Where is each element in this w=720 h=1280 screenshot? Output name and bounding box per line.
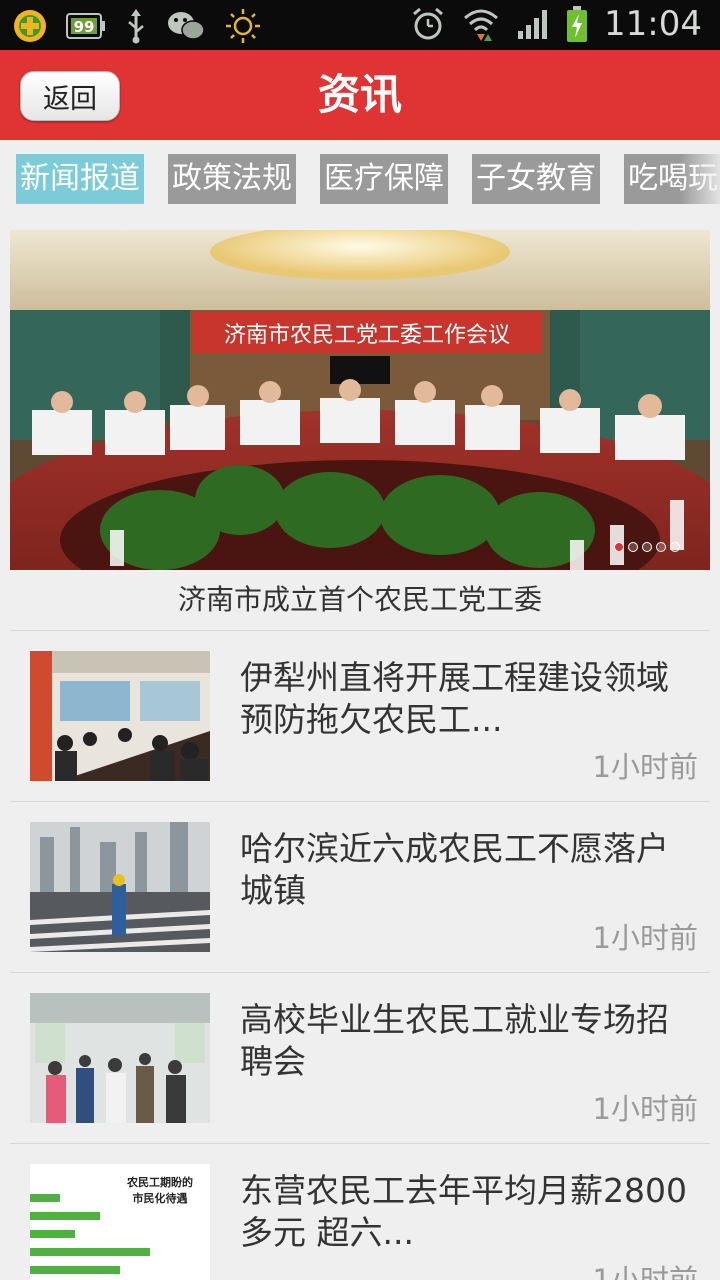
carousel-dot[interactable] (656, 542, 666, 552)
news-thumbnail (30, 651, 210, 781)
app-icon (12, 8, 48, 44)
category-tabs[interactable]: 新闻报道 政策法规 医疗保障 子女教育 吃喝玩乐 (0, 140, 720, 222)
tab-policy[interactable]: 政策法规 (168, 154, 296, 204)
usb-icon (124, 8, 148, 44)
news-time: 1小时前 (592, 1263, 698, 1280)
banner-carousel[interactable]: 济南市农民工党工委工作会议 (10, 230, 710, 570)
status-bar: 99 11:04 (0, 0, 720, 50)
news-title[interactable]: 哈尔滨近六成农民工不愿落户城镇 (240, 828, 690, 912)
carousel-indicator[interactable] (614, 542, 680, 552)
news-thumbnail (30, 993, 210, 1123)
carousel-dot[interactable] (642, 542, 652, 552)
news-list-item[interactable]: 农民工期盼的 市民化待遇 东营农民工去年平均月薪2800多元 超六... 1小时… (10, 1144, 710, 1280)
thumb-caption-line2: 市民化待遇 (133, 1191, 188, 1205)
carousel-dot[interactable] (628, 542, 638, 552)
tabs-fade (680, 140, 720, 222)
news-time: 1小时前 (592, 750, 698, 784)
wechat-icon (166, 9, 206, 43)
news-list-item[interactable]: 伊犁州直将开展工程建设领域预防拖欠农民工... 1小时前 (10, 631, 710, 801)
news-list-item[interactable]: 高校毕业生农民工就业专场招聘会 1小时前 (10, 973, 710, 1143)
title-bar: 返回 资讯 (0, 50, 720, 140)
badge-99-icon: 99 (66, 12, 106, 40)
back-button[interactable]: 返回 (20, 71, 120, 121)
thumb-caption-line1: 农民工期盼的 (126, 1175, 193, 1189)
news-list-item[interactable]: 哈尔滨近六成农民工不愿落户城镇 1小时前 (10, 802, 710, 972)
carousel-dot[interactable] (670, 542, 680, 552)
battery-charging-icon (566, 5, 588, 43)
signal-icon (516, 7, 550, 41)
wifi-icon (462, 5, 500, 43)
banner-image: 济南市农民工党工委工作会议 (10, 230, 710, 570)
tab-news[interactable]: 新闻报道 (16, 154, 144, 204)
status-time: 11:04 (604, 4, 702, 44)
banner-sign-text: 济南市农民工党工委工作会议 (224, 323, 510, 348)
news-thumbnail (30, 822, 210, 952)
tab-medical[interactable]: 医疗保障 (320, 154, 448, 204)
alarm-icon (410, 6, 446, 42)
banner-caption[interactable]: 济南市成立首个农民工党工委 (10, 578, 710, 618)
news-time: 1小时前 (592, 1092, 698, 1126)
news-thumbnail: 农民工期盼的 市民化待遇 (30, 1164, 210, 1280)
tab-education[interactable]: 子女教育 (472, 154, 600, 204)
news-title[interactable]: 东营农民工去年平均月薪2800多元 超六... (240, 1170, 690, 1254)
badge-99-text: 99 (74, 18, 95, 36)
news-title[interactable]: 伊犁州直将开展工程建设领域预防拖欠农民工... (240, 657, 690, 741)
carousel-dot[interactable] (614, 542, 624, 552)
news-title[interactable]: 高校毕业生农民工就业专场招聘会 (240, 999, 690, 1083)
news-time: 1小时前 (592, 921, 698, 955)
brightness-icon (224, 7, 262, 45)
